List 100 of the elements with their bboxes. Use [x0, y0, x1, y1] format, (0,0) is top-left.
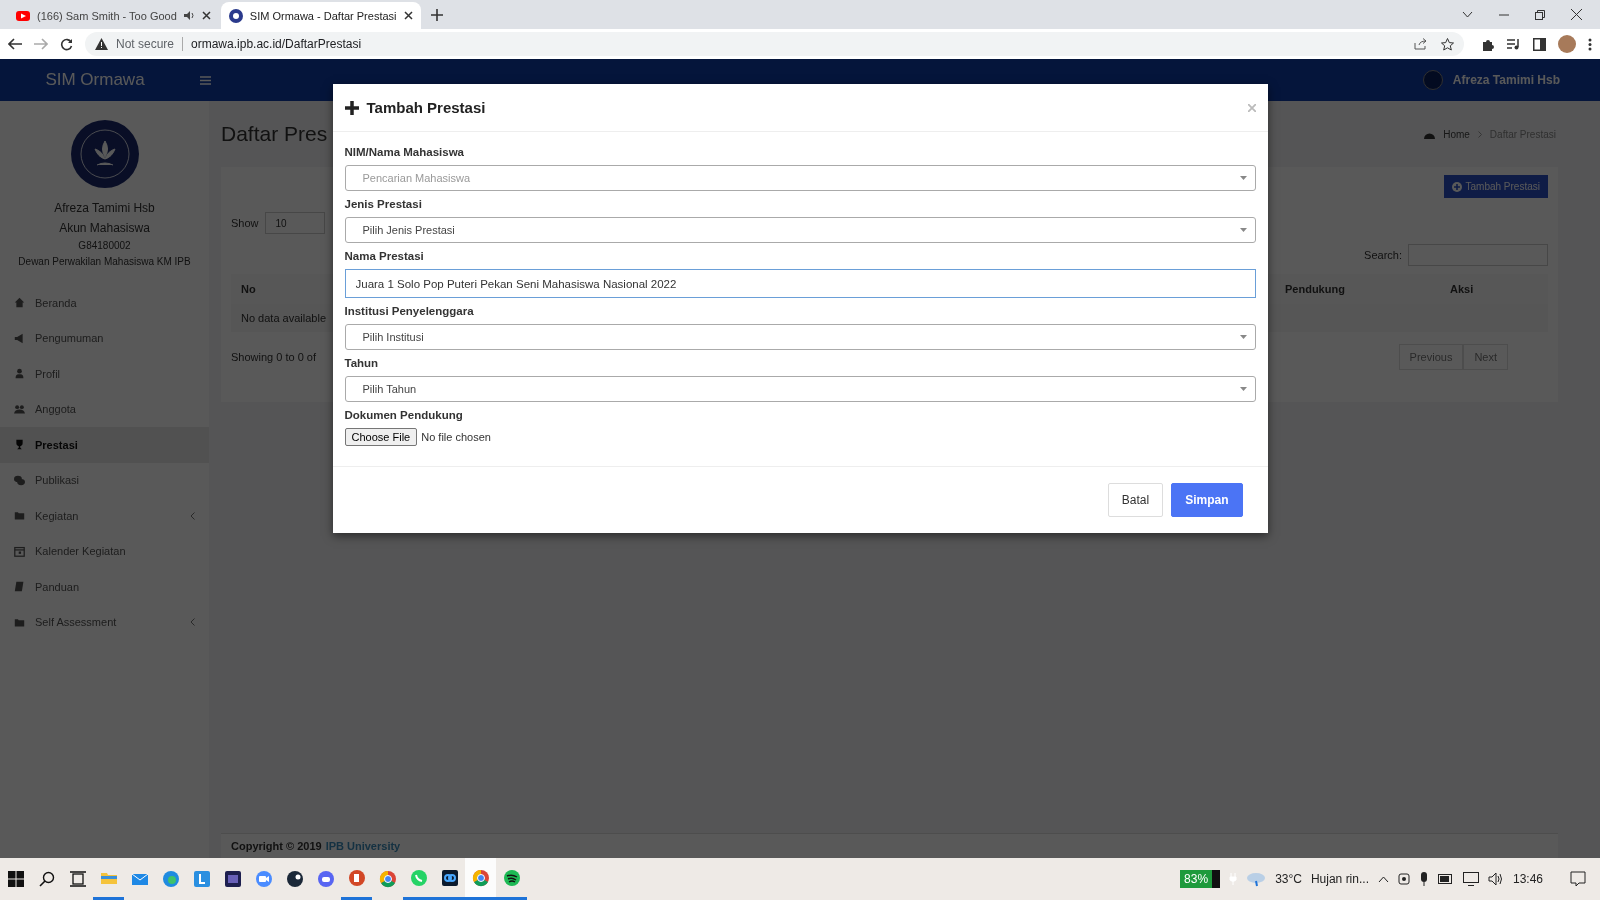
sidebar-item[interactable]: Prestasi — [0, 427, 209, 463]
sidebar-item[interactable]: Kalender Kegiatan — [0, 533, 209, 569]
clock-text[interactable]: 13:46 — [1512, 872, 1543, 886]
camera-icon[interactable] — [1397, 872, 1410, 886]
browser-icon — [377, 869, 398, 889]
sidebar-item[interactable]: Pengumuman — [0, 320, 209, 356]
page-size-select[interactable]: 10 — [264, 212, 325, 234]
temperature-text[interactable]: 33°C — [1275, 872, 1302, 886]
task-view-icon[interactable] — [69, 871, 86, 887]
footer-link[interactable]: IPB University — [325, 840, 401, 852]
home-icon — [14, 297, 25, 309]
microphone-icon[interactable] — [1418, 872, 1429, 886]
star-icon[interactable] — [1441, 37, 1454, 51]
browser-tab[interactable]: (166) Sam Smith - Too Good — [8, 2, 219, 29]
field-label: Tahun — [344, 357, 380, 369]
select-field[interactable]: Pilih Institusi — [344, 324, 1256, 350]
rain-cloud-icon — [1246, 871, 1267, 887]
presentation-icon — [346, 867, 367, 888]
show-label: Show — [231, 217, 259, 229]
choose-file-button[interactable]: Choose File — [344, 428, 418, 446]
close-icon[interactable] — [403, 11, 413, 20]
search-icon[interactable] — [38, 871, 55, 887]
user-name[interactable]: Afreza Tamimi Hsb — [1452, 73, 1560, 87]
sidebar-item[interactable]: Beranda — [0, 285, 209, 321]
battery-icon[interactable] — [1437, 874, 1454, 884]
plus-icon[interactable] — [430, 8, 443, 21]
music-icon — [501, 867, 522, 888]
chevron-down-icon[interactable] — [1462, 11, 1473, 18]
battery-indicator[interactable]: 83% — [1180, 870, 1221, 888]
user-icon — [14, 368, 25, 380]
url-text: ormawa.ipb.ac.id/DaftarPrestasi — [191, 37, 362, 51]
sidebar-item[interactable]: Anggota — [0, 391, 209, 427]
emblem-icon — [1422, 70, 1443, 90]
browser-icon — [160, 869, 181, 889]
add-button[interactable]: Tambah Prestasi — [1443, 175, 1548, 198]
speaker-icon[interactable] — [183, 10, 195, 21]
chat-icon — [315, 869, 336, 889]
organization-name: Dewan Perwakilan Mahasiswa KM IPB — [18, 256, 191, 267]
input-field[interactable]: Juara 1 Solo Pop Puteri Pekan Seni Mahasiswa Nasional 2022 — [344, 269, 1256, 298]
profile-name: Afreza Tamimi Hsb — [54, 201, 155, 215]
chevron-up-icon[interactable] — [1377, 875, 1389, 883]
sidebar-item[interactable]: Panduan — [0, 569, 209, 605]
megaphone-icon — [14, 332, 25, 344]
field-label: NIM/Nama Mahasiswa — [344, 146, 465, 158]
folder-icon — [14, 510, 25, 522]
modal-title: Tambah Prestasi — [366, 99, 486, 116]
column-header[interactable]: Pendukung — [1285, 283, 1450, 295]
notification-icon[interactable] — [1570, 871, 1586, 887]
back-arrow-icon[interactable] — [8, 38, 22, 50]
sidebar-item[interactable]: Self Assessment — [0, 604, 209, 640]
plug-icon — [1229, 873, 1238, 885]
brand-name[interactable]: SIM Ormawa — [0, 70, 190, 90]
app-icon — [284, 869, 305, 889]
more-icon[interactable] — [1588, 37, 1592, 51]
field-label: Institusi Penyelenggara — [344, 305, 475, 317]
select-field[interactable]: Pencarian Mahasiswa — [344, 165, 1256, 191]
browser-tab[interactable]: SIM Ormawa - Daftar Prestasi — [220, 2, 421, 29]
select-field[interactable]: Pilih Tahun — [344, 376, 1256, 402]
avatar[interactable] — [1558, 35, 1576, 53]
puzzle-icon[interactable] — [1482, 37, 1495, 51]
weather-text[interactable]: Hujan rin... — [1310, 872, 1369, 886]
minimize-icon[interactable] — [1499, 13, 1509, 16]
file-status: No file chosen — [421, 431, 491, 443]
save-button[interactable]: Simpan — [1171, 483, 1243, 517]
share-icon[interactable] — [1414, 37, 1427, 50]
select-field[interactable]: Pilih Jenis Prestasi — [344, 217, 1256, 243]
reload-icon[interactable] — [60, 37, 73, 51]
speaker-icon[interactable] — [1487, 872, 1504, 886]
caret-icon — [1239, 387, 1247, 391]
page-title: Daftar Pres — [221, 122, 328, 146]
video-camera-icon — [253, 869, 274, 889]
empty-message: No data available — [241, 312, 326, 324]
close-icon[interactable] — [201, 11, 211, 20]
breadcrumb-link[interactable]: Home — [1443, 128, 1470, 140]
network-icon[interactable] — [1462, 872, 1479, 886]
field-label: Dokumen Pendukung — [344, 409, 464, 421]
caret-icon — [1239, 228, 1247, 232]
side-panel-icon[interactable] — [1533, 37, 1546, 51]
plus-circle-icon — [1451, 181, 1462, 192]
column-header[interactable]: Aksi — [1450, 283, 1538, 295]
cancel-button[interactable]: Batal — [1107, 483, 1164, 517]
emblem-logo — [69, 119, 140, 189]
users-icon — [14, 403, 25, 415]
sidebar-item[interactable]: Kegiatan — [0, 498, 209, 534]
close-icon[interactable] — [1571, 9, 1582, 20]
chat-icon — [408, 867, 429, 888]
table-info: Showing 0 to 0 of — [231, 351, 316, 363]
address-bar[interactable]: Not secure ormawa.ipb.ac.id/DaftarPrestasi — [85, 32, 1464, 56]
playlist-icon[interactable] — [1507, 38, 1521, 50]
copyright-text: Copyright © 2019 — [231, 840, 322, 852]
calendar-icon — [14, 545, 25, 557]
field-label: Nama Prestasi — [344, 250, 425, 262]
comments-icon — [14, 474, 25, 486]
menu-icon[interactable] — [200, 75, 211, 85]
sidebar-item[interactable]: Profil — [0, 356, 209, 392]
field-label: Jenis Prestasi — [344, 198, 423, 210]
app-icon — [222, 869, 243, 889]
video-play-icon — [16, 10, 30, 21]
restore-icon[interactable] — [1535, 9, 1545, 20]
start-icon[interactable] — [7, 871, 24, 887]
